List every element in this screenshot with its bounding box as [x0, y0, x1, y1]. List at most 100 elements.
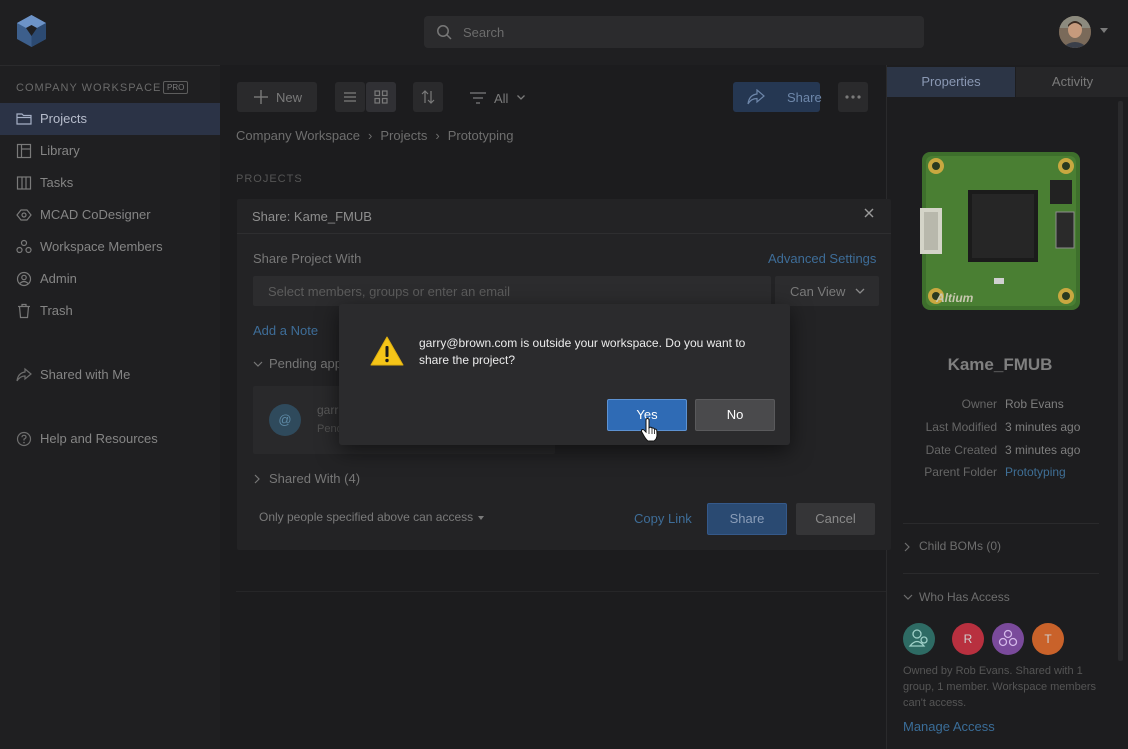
- tasks-icon: [16, 176, 32, 190]
- chevron-down-icon: [253, 361, 263, 367]
- access-option-label: Only people specified above can access: [259, 510, 474, 524]
- projects-section-label: PROJECTS: [236, 173, 303, 185]
- new-button[interactable]: New: [237, 82, 317, 112]
- breadcrumb: Company Workspace › Projects › Prototyping: [236, 127, 513, 143]
- advanced-settings-link[interactable]: Advanced Settings: [768, 251, 876, 266]
- breadcrumb-item[interactable]: Prototyping: [448, 128, 514, 143]
- group-avatar[interactable]: [992, 623, 1024, 655]
- sidebar-item-label: Help and Resources: [40, 431, 158, 446]
- close-icon[interactable]: [864, 208, 874, 218]
- help-icon: [16, 431, 32, 447]
- group-icon: [998, 629, 1018, 647]
- sidebar-item-label: Admin: [40, 271, 77, 286]
- project-thumbnail: Altium: [920, 150, 1082, 312]
- access-note: Owned by Rob Evans. Shared with 1 group,…: [903, 665, 1096, 709]
- grid-view-button[interactable]: [366, 82, 396, 112]
- no-button[interactable]: No: [695, 399, 775, 431]
- divider: [236, 591, 886, 592]
- property-value: 3 minutes ago: [1005, 420, 1081, 434]
- filter-icon: [470, 92, 486, 104]
- filter-label: All: [494, 91, 509, 106]
- sidebar-item-tasks[interactable]: Tasks: [0, 167, 220, 199]
- manage-access-link[interactable]: Manage Access: [903, 719, 995, 734]
- sidebar-item-label: MCAD CoDesigner: [40, 207, 151, 222]
- share-icon: [747, 89, 765, 105]
- pending-user-name: garr: [317, 403, 339, 417]
- sidebar-item-admin[interactable]: Admin: [0, 263, 220, 295]
- confirm-message: garry@brown.com is outside your workspac…: [419, 336, 746, 367]
- property-date-created: Date Created 3 minutes ago: [887, 443, 1128, 459]
- sort-icon: [421, 90, 435, 104]
- permission-dropdown[interactable]: Can View: [775, 276, 879, 306]
- sidebar-item-library[interactable]: Library: [0, 135, 220, 167]
- workspace-title: COMPANY WORKSPACE: [16, 82, 162, 94]
- tab-properties[interactable]: Properties: [887, 67, 1015, 97]
- child-boms-label: Child BOMs (0): [919, 539, 1002, 553]
- property-key: Parent Folder: [924, 465, 997, 479]
- user-menu-chevron-icon[interactable]: [1100, 28, 1108, 33]
- access-dropdown[interactable]: Only people specified above can access: [259, 510, 485, 524]
- sidebar-item-help[interactable]: Help and Resources: [0, 423, 220, 455]
- sidebar-item-workspace-members[interactable]: Workspace Members: [0, 231, 220, 263]
- pending-label: Pending app: [269, 356, 343, 371]
- list-view-button[interactable]: [335, 82, 365, 112]
- hand-cursor-icon: [640, 418, 658, 442]
- sidebar: COMPANY WORKSPACE PRO Projects Library T…: [0, 65, 220, 749]
- properties-panel: Properties Activity Altium Kame_FMUB Own…: [886, 65, 1128, 749]
- add-note-link[interactable]: Add a Note: [253, 323, 318, 338]
- shared-with-label: Shared With (4): [269, 471, 361, 486]
- chevron-right-icon: [254, 474, 260, 484]
- group-avatar[interactable]: [903, 623, 935, 655]
- copy-link-button[interactable]: Copy Link: [634, 511, 692, 526]
- divider: [903, 573, 1099, 574]
- user-avatar[interactable]: [1059, 16, 1091, 48]
- member-avatar[interactable]: T: [1032, 623, 1064, 655]
- tab-activity[interactable]: Activity: [1016, 67, 1128, 97]
- parent-folder-link[interactable]: Prototyping: [1005, 465, 1066, 479]
- member-avatar[interactable]: R: [952, 623, 984, 655]
- email-avatar: @: [269, 404, 301, 436]
- share-button-label: Share: [787, 90, 822, 105]
- chevron-down-icon: [517, 95, 525, 100]
- property-last-modified: Last Modified 3 minutes ago: [887, 420, 1128, 436]
- app-logo-icon[interactable]: [15, 14, 48, 48]
- share-button-toolbar[interactable]: Share: [733, 82, 822, 112]
- sidebar-item-label: Shared with Me: [40, 367, 131, 382]
- pro-badge: PRO: [163, 81, 189, 94]
- mcad-icon: [16, 209, 32, 221]
- trash-icon: [18, 303, 30, 319]
- property-parent-folder: Parent Folder Prototyping: [887, 465, 1128, 481]
- folder-icon: [16, 113, 32, 125]
- sidebar-item-label: Library: [40, 143, 80, 158]
- chevron-down-icon: [903, 594, 913, 600]
- plus-icon: [254, 90, 268, 104]
- confirm-dialog: garry@brown.com is outside your workspac…: [339, 304, 790, 445]
- breadcrumb-item[interactable]: Projects: [380, 128, 427, 143]
- share-button[interactable]: Share: [707, 503, 787, 535]
- search-placeholder: Search: [463, 25, 505, 40]
- panel-scrollbar[interactable]: [1118, 101, 1123, 661]
- share-recipient-placeholder: Select members, groups or enter an email: [268, 284, 511, 299]
- project-title: Kame_FMUB: [947, 355, 1053, 374]
- sidebar-item-mcad-codesigner[interactable]: MCAD CoDesigner: [0, 199, 220, 231]
- admin-icon: [16, 271, 32, 287]
- sidebar-item-shared-with-me[interactable]: Shared with Me: [0, 359, 220, 391]
- search-bar[interactable]: Search: [424, 16, 924, 48]
- sidebar-item-trash[interactable]: Trash: [0, 295, 220, 327]
- sort-button[interactable]: [413, 82, 443, 112]
- members-icon: [16, 239, 32, 254]
- cancel-button[interactable]: Cancel: [796, 503, 875, 535]
- breadcrumb-item[interactable]: Company Workspace: [236, 128, 360, 143]
- divider: [903, 523, 1099, 524]
- sidebar-item-projects[interactable]: Projects: [0, 103, 220, 135]
- grid-view-icon: [374, 90, 388, 104]
- property-key: Date Created: [925, 443, 997, 457]
- property-key: Owner: [961, 397, 997, 411]
- share-recipient-input[interactable]: Select members, groups or enter an email: [253, 276, 771, 306]
- group-icon: [908, 629, 928, 647]
- sidebar-item-label: Workspace Members: [40, 239, 163, 254]
- more-options-button[interactable]: [838, 82, 868, 112]
- share-icon: [16, 367, 32, 382]
- chevron-down-icon: [855, 288, 865, 294]
- caret-down-icon: [478, 515, 485, 520]
